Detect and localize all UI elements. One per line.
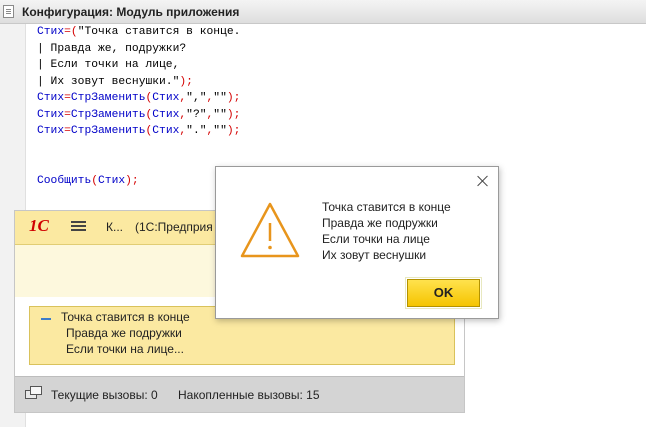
code-token: "?" bbox=[186, 108, 207, 121]
code-token: ); bbox=[125, 174, 139, 187]
code-line[interactable]: Сообщить(Стих); bbox=[37, 173, 240, 190]
configurator-title: Конфигурация: Модуль приложения bbox=[22, 5, 240, 19]
enterprise-title-prefix: К... bbox=[106, 220, 123, 234]
code-token: ); bbox=[226, 125, 241, 137]
message-line: Правда же подружки bbox=[66, 326, 182, 340]
warning-dialog: Точка ставится в конце Правда же подружк… bbox=[215, 166, 499, 319]
code-token: Стих bbox=[37, 125, 65, 137]
code-token: =( bbox=[64, 26, 78, 38]
code-line[interactable]: Стих=СтрЗаменить(Стих,"?",""); bbox=[37, 107, 240, 124]
dialog-message-line: Если точки на лице bbox=[322, 232, 430, 246]
accumulated-calls: Накопленные вызовы: 15 bbox=[178, 388, 320, 402]
code-token: ( bbox=[91, 174, 99, 187]
status-bar: Текущие вызовы: 0 Накопленные вызовы: 15 bbox=[15, 376, 464, 412]
code-token: Стих bbox=[37, 26, 65, 38]
enterprise-title: (1С:Предприя bbox=[135, 220, 213, 234]
code-token: = bbox=[64, 92, 71, 104]
code-token: ); bbox=[226, 108, 241, 121]
code-token: "," bbox=[186, 92, 207, 104]
code-token: = bbox=[64, 125, 71, 137]
code-token: Стих bbox=[98, 174, 126, 187]
code-line[interactable] bbox=[37, 156, 240, 173]
code-token: Стих bbox=[37, 108, 65, 121]
code-token: СтрЗаменить bbox=[70, 92, 146, 104]
code-token: Стих bbox=[152, 92, 180, 104]
1c-logo: 1С bbox=[29, 216, 49, 235]
code-token: ); bbox=[226, 92, 241, 104]
dialog-message-line: Их зовут веснушки bbox=[322, 248, 427, 262]
code-token: "" bbox=[213, 108, 227, 121]
module-document-icon bbox=[3, 5, 14, 18]
code-token: "." bbox=[186, 125, 207, 137]
code-line[interactable]: | Правда же, подружки? bbox=[37, 41, 240, 58]
code-line[interactable]: Стих=("Точка ставится в конце. bbox=[37, 24, 240, 41]
warning-icon bbox=[240, 202, 300, 258]
code-token: СтрЗаменить bbox=[70, 108, 146, 121]
ok-button[interactable]: OK bbox=[405, 277, 482, 309]
code-token: Стих bbox=[152, 108, 180, 121]
code-token: Сообщить bbox=[37, 174, 92, 187]
main-menu-icon[interactable] bbox=[71, 221, 86, 232]
code-token: "" bbox=[213, 92, 227, 104]
code-token: | Их зовут веснушки." bbox=[37, 75, 180, 88]
code-token: Стих bbox=[37, 92, 65, 104]
dialog-message-line: Точка ставится в конце bbox=[322, 200, 451, 214]
code-line[interactable]: | Их зовут веснушки."); bbox=[37, 74, 240, 91]
code-token: | Если точки на лице, bbox=[37, 59, 180, 71]
code-token: | Правда же, подружки? bbox=[37, 42, 187, 55]
code-line[interactable]: Стих=СтрЗаменить(Стих,".",""); bbox=[37, 123, 240, 140]
message-line: Точка ставится в конце bbox=[61, 310, 190, 324]
close-icon[interactable] bbox=[477, 175, 489, 187]
code-line[interactable]: Стих=СтрЗаменить(Стих,",",""); bbox=[37, 90, 240, 107]
code-editor[interactable]: Стих=("Точка ставится в конце. | Правда ж… bbox=[37, 24, 240, 189]
configurator-title-bar: Конфигурация: Модуль приложения bbox=[0, 0, 646, 24]
code-token: СтрЗаменить bbox=[70, 125, 146, 137]
code-token: "Точка ставится в конце. bbox=[77, 26, 241, 38]
dialog-message-line: Правда же подружки bbox=[322, 216, 438, 230]
code-token: ); bbox=[179, 75, 193, 88]
current-calls: Текущие вызовы: 0 bbox=[51, 388, 158, 402]
code-line[interactable] bbox=[37, 140, 240, 157]
code-token: Стих bbox=[152, 125, 180, 137]
message-line: Если точки на лице... bbox=[66, 342, 184, 356]
code-token: "" bbox=[213, 125, 227, 137]
code-token: = bbox=[64, 108, 71, 121]
windows-icon[interactable] bbox=[25, 386, 43, 402]
message-collapse-icon[interactable] bbox=[41, 318, 51, 320]
code-line[interactable]: | Если точки на лице, bbox=[37, 57, 240, 74]
